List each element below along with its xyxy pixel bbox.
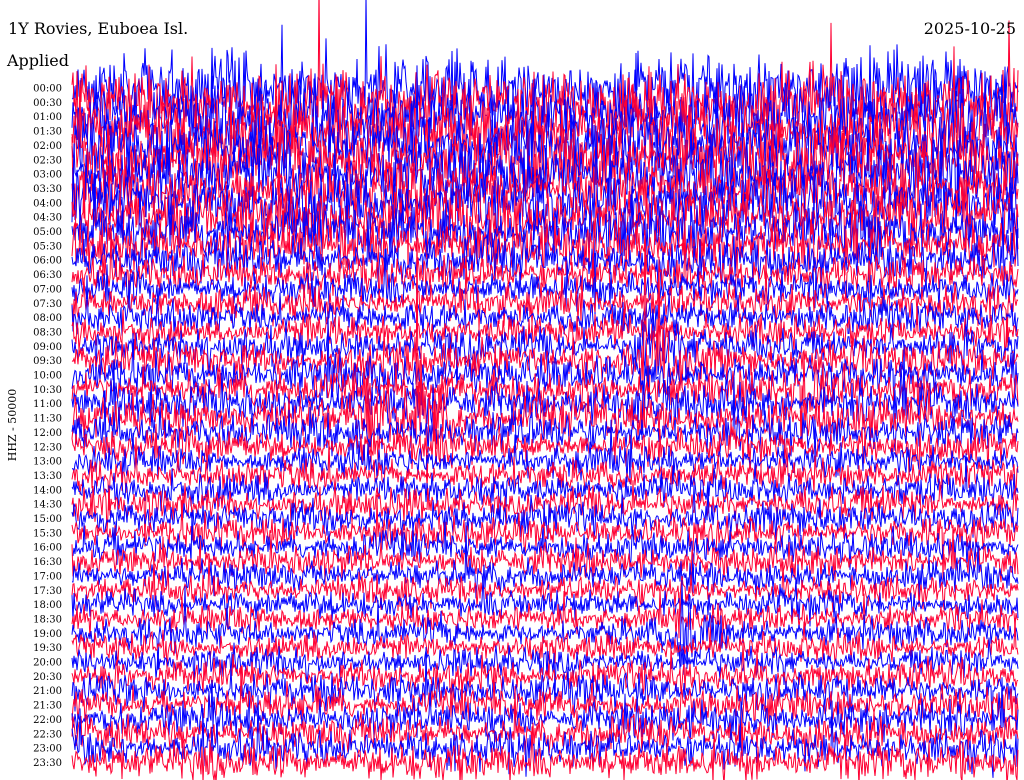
time-tick-labels: 00:00 00:30 01:00 01:30 02:00 02:30 03:00 03:30…	[33, 84, 62, 769]
time-tick-label: 23:00	[33, 744, 62, 755]
time-tick-label: 08:00	[33, 313, 62, 324]
time-tick-label: 03:30	[33, 184, 62, 195]
time-tick-label: 20:00	[33, 658, 62, 669]
y-axis-label: HHZ - 50000	[6, 389, 19, 462]
time-tick-label: 17:00	[33, 571, 62, 582]
time-tick-label: 03:00	[33, 170, 62, 181]
time-tick-label: 02:00	[33, 141, 62, 152]
time-tick-label: 21:30	[33, 701, 62, 712]
time-tick-label: 07:30	[33, 299, 62, 310]
time-tick-label: 14:30	[33, 500, 62, 511]
time-tick-label: 13:00	[33, 457, 62, 468]
station-title: 1Y Rovies, Euboea Isl.	[8, 19, 188, 38]
time-tick-label: 19:00	[33, 629, 62, 640]
time-tick-label: 00:00	[33, 84, 62, 95]
time-tick-label: 06:00	[33, 256, 62, 267]
time-tick-label: 12:30	[33, 442, 62, 453]
time-tick-label: 10:00	[33, 371, 62, 382]
time-tick-label: 15:00	[33, 514, 62, 525]
time-tick-label: 07:00	[33, 284, 62, 295]
time-tick-label: 10:30	[33, 385, 62, 396]
time-tick-label: 06:30	[33, 270, 62, 281]
time-tick-label: 22:30	[33, 729, 62, 740]
time-tick-label: 11:30	[33, 414, 62, 425]
time-tick-label: 20:30	[33, 672, 62, 683]
time-tick-label: 21:00	[33, 686, 62, 697]
time-tick-label: 13:30	[33, 471, 62, 482]
trace-group	[71, 0, 1019, 780]
time-tick-label: 04:30	[33, 213, 62, 224]
time-tick-label: 16:00	[33, 543, 62, 554]
time-tick-label: 18:00	[33, 600, 62, 611]
time-tick-label: 00:30	[33, 98, 62, 109]
time-tick-label: 23:30	[33, 758, 62, 769]
helicorder-plot: 00:00 00:30 01:00 01:30 02:00 02:30 03:00 03:30…	[0, 0, 1024, 780]
time-tick-label: 08:30	[33, 327, 62, 338]
time-tick-label: 19:30	[33, 643, 62, 654]
time-tick-label: 18:30	[33, 614, 62, 625]
time-tick-label: 01:30	[33, 127, 62, 138]
time-tick-label: 02:30	[33, 155, 62, 166]
time-tick-label: 04:00	[33, 198, 62, 209]
time-tick-label: 14:00	[33, 485, 62, 496]
helicorder-svg: 00:00 00:30 01:00 01:30 02:00 02:30 03:00 03:30…	[6, 0, 1019, 780]
filter-note: Applied	[6, 51, 69, 70]
time-tick-label: 16:30	[33, 557, 62, 568]
time-tick-label: 05:30	[33, 241, 62, 252]
time-tick-label: 22:00	[33, 715, 62, 726]
time-tick-label: 09:00	[33, 342, 62, 353]
date-label: 2025-10-25	[924, 19, 1016, 38]
time-tick-label: 05:00	[33, 227, 62, 238]
time-tick-label: 11:00	[33, 399, 62, 410]
time-tick-label: 01:00	[33, 112, 62, 123]
time-tick-label: 15:30	[33, 528, 62, 539]
time-tick-label: 17:30	[33, 586, 62, 597]
time-tick-label: 09:30	[33, 356, 62, 367]
time-tick-label: 12:00	[33, 428, 62, 439]
